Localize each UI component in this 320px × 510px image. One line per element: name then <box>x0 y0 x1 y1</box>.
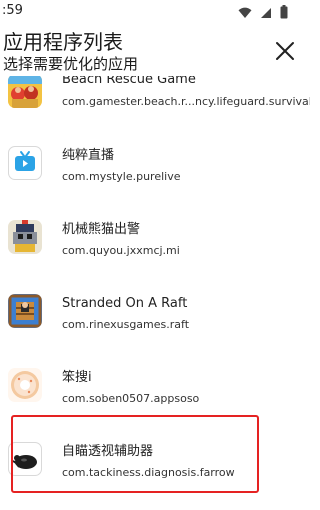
highlight-box <box>11 415 259 493</box>
donut-icon <box>8 368 42 402</box>
list-item[interactable]: 机械熊猫出警 com.quyou.jxxmcj.mi <box>0 200 310 274</box>
app-package: com.gamester.beach.r...ncy.lifeguard.sur… <box>62 95 310 108</box>
app-list[interactable]: Beach Rescue Game com.gamester.beach.r..… <box>0 0 310 510</box>
raft-icon <box>8 294 42 328</box>
header: 应用程序列表 选择需要优化的应用 <box>0 24 310 76</box>
tv-icon <box>8 146 42 180</box>
page-title: 应用程序列表 <box>3 30 123 54</box>
beach-rescue-game-icon <box>8 74 42 108</box>
close-icon[interactable] <box>272 38 298 64</box>
list-item[interactable]: Stranded On A Raft com.rinexusgames.raft <box>0 274 310 348</box>
battery-icon <box>280 4 288 23</box>
status-time: :59 <box>2 3 23 18</box>
app-package: com.rinexusgames.raft <box>62 318 190 331</box>
app-name: 机械熊猫出警 <box>62 222 141 237</box>
status-bar: :59 <box>0 0 310 24</box>
app-package: com.quyou.jxxmcj.mi <box>62 244 180 257</box>
app-list-screen: Beach Rescue Game com.gamester.beach.r..… <box>0 0 310 510</box>
list-item[interactable]: 笨搜i com.soben0507.appsoso <box>0 348 310 422</box>
wifi-icon <box>238 4 252 23</box>
app-name: 纯粹直播 <box>62 148 115 163</box>
mech-panda-icon <box>8 220 42 254</box>
app-package: com.soben0507.appsoso <box>62 392 200 405</box>
status-icons <box>238 4 288 23</box>
list-item[interactable]: 纯粹直播 com.mystyle.purelive <box>0 126 310 200</box>
signal-icon <box>260 4 272 23</box>
app-package: com.mystyle.purelive <box>62 170 181 183</box>
page-subtitle: 选择需要优化的应用 <box>3 55 139 73</box>
app-name: 笨搜i <box>62 370 92 385</box>
close-button[interactable] <box>272 38 298 64</box>
app-name: Stranded On A Raft <box>62 296 188 311</box>
